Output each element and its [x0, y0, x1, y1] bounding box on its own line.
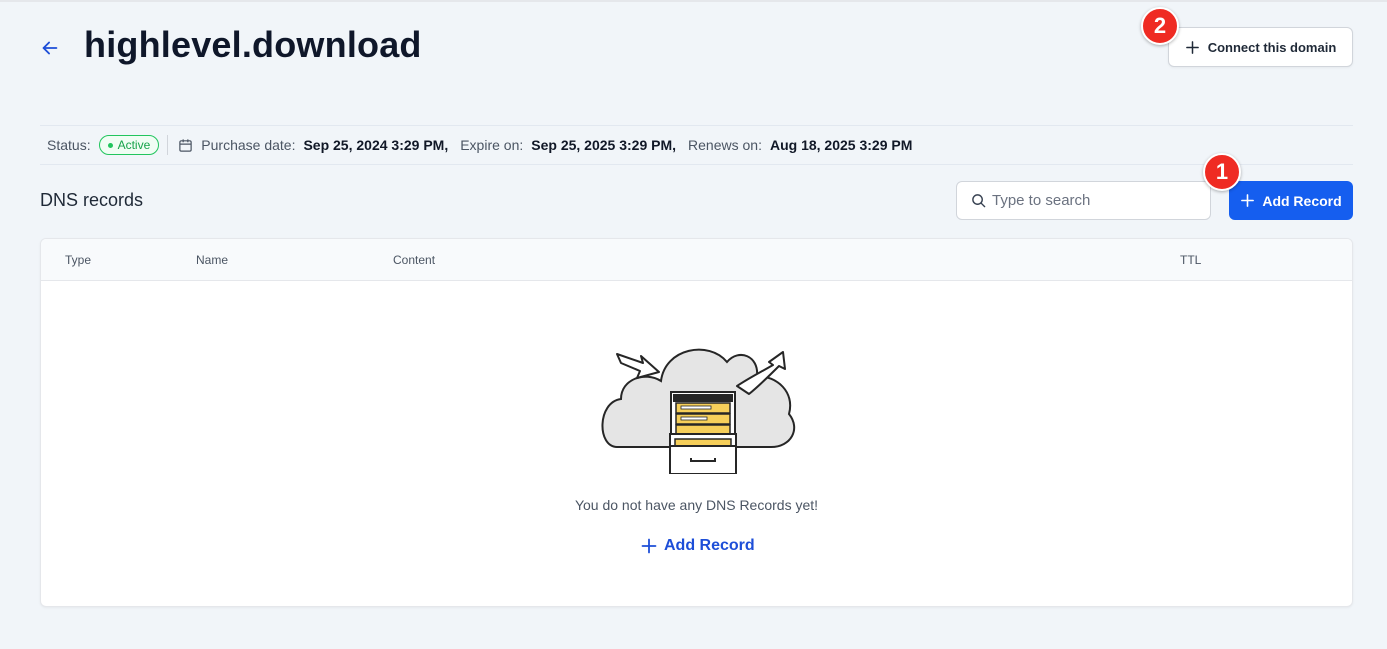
plus-icon	[1185, 40, 1199, 54]
dns-records-title: DNS records	[40, 190, 144, 210]
domain-detail-page: highlevel.download Connect this domain 2…	[0, 0, 1387, 649]
column-header-type[interactable]: Type	[65, 253, 91, 267]
status-value: Active	[117, 138, 151, 152]
calendar-icon	[178, 138, 193, 153]
dns-records-table: Type Name Content TTL You do not have an…	[40, 238, 1353, 607]
expire-value: Sep 25, 2025 3:29 PM,	[531, 137, 677, 153]
search-input[interactable]	[992, 192, 1202, 209]
column-header-ttl[interactable]: TTL	[1180, 253, 1201, 267]
empty-add-record-link[interactable]: Add Record	[641, 537, 755, 555]
connect-domain-button[interactable]: Connect this domain	[1168, 27, 1353, 67]
purchase-date-value: Sep 25, 2024 3:29 PM,	[303, 137, 449, 153]
connect-domain-label: Connect this domain	[1207, 39, 1337, 55]
search-field[interactable]	[956, 181, 1211, 220]
arrow-left-icon	[42, 41, 58, 55]
plus-icon	[1241, 194, 1255, 207]
empty-state-illustration	[599, 334, 799, 479]
back-button[interactable]	[36, 34, 64, 62]
add-record-label: Add Record	[1262, 192, 1342, 209]
status-dot-icon	[107, 142, 113, 148]
add-record-button[interactable]: Add Record	[1229, 181, 1353, 220]
status-label: Status:	[47, 137, 91, 153]
column-header-name[interactable]: Name	[196, 253, 228, 267]
search-icon	[972, 194, 986, 208]
empty-state-message: You do not have any DNS Records yet!	[574, 497, 819, 513]
empty-add-record-label: Add Record	[664, 537, 755, 554]
purchase-date-label: Purchase date:	[201, 137, 296, 153]
renews-value: Aug 18, 2025 3:29 PM	[769, 137, 913, 153]
table-header: Type Name Content TTL	[41, 239, 1352, 281]
annotation-marker-2: 2	[1141, 7, 1179, 45]
annotation-marker-1: 1	[1203, 153, 1241, 191]
domain-status-bar: Status: Active Purchase date: Sep 25, 20…	[40, 125, 1353, 165]
divider	[167, 135, 169, 155]
page-title: highlevel.download	[84, 24, 422, 65]
status-badge: Active	[98, 135, 160, 155]
plus-icon	[641, 538, 657, 554]
expire-label: Expire on:	[460, 137, 524, 153]
renews-label: Renews on:	[688, 137, 762, 153]
column-header-content[interactable]: Content	[393, 253, 435, 267]
